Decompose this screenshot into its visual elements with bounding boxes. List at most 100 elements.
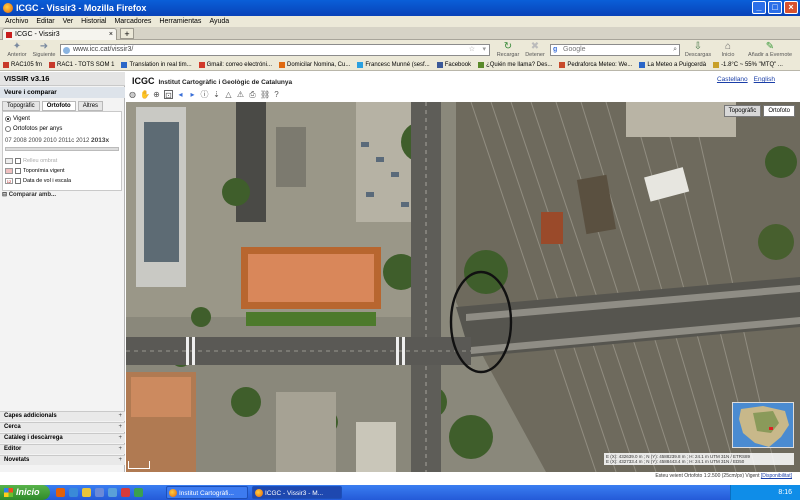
compare-with-toggle[interactable]: ⊟ Comparar amb... <box>2 190 122 200</box>
task-icgc-vissir3[interactable]: ICGC - Vissir3 - M... <box>252 486 342 499</box>
url-dropdown-icon[interactable]: ▾ <box>482 45 486 55</box>
quicklaunch-ie-icon[interactable] <box>69 488 78 497</box>
firefox-icon <box>169 489 177 497</box>
section-cerca[interactable]: Cerca + <box>0 422 125 432</box>
section-capes-addicionals[interactable]: Capes addicionals + <box>0 411 125 421</box>
web-page: VISSIR v3.16 Veure i comparar Topogràfic… <box>0 72 800 472</box>
evernote-button[interactable]: ✎ Añadir a Evernote <box>742 41 798 58</box>
bookmark-item[interactable]: Francesc Munné (sesf... <box>357 60 430 70</box>
year-slider[interactable] <box>5 147 119 151</box>
evernote-icon: ✎ <box>765 41 775 52</box>
bookmark-favicon-icon <box>713 62 720 68</box>
section-veure-comparar[interactable]: Veure i comparar <box>0 87 125 98</box>
year-list[interactable]: 07 2008 2009 2010 2011c 2012 2013x <box>5 137 109 144</box>
task-institut-cartografic[interactable]: Institut Cartogràfi... <box>166 486 248 499</box>
map-status-text: Esteu veient Ortofoto 1:2.500 (25cm/px) … <box>655 473 760 479</box>
tab-close-icon[interactable]: × <box>109 29 113 40</box>
tab-icgc-vissir3[interactable]: ICGC - Vissir3 × <box>2 28 117 40</box>
zoom-in-icon[interactable]: ⊕ <box>152 90 161 99</box>
menu-ver[interactable]: Ver <box>63 16 74 27</box>
url-bar[interactable]: www.icc.cat/vissir3/ ☆ ▾ <box>60 44 490 56</box>
previous-view-icon[interactable]: ◂ <box>176 90 185 99</box>
icgc-logo[interactable]: ICGC Institut Cartogràfic i Geològic de … <box>132 76 292 86</box>
menu-herramientas[interactable]: Herramientas <box>159 16 201 27</box>
quicklaunch-media-icon[interactable] <box>95 488 104 497</box>
forward-button[interactable]: ➜ Siguiente <box>30 41 58 58</box>
warning-icon[interactable]: ⚠ <box>236 90 245 99</box>
info-icon[interactable]: ⓘ <box>200 90 209 99</box>
bookmark-item[interactable]: Pedraforca Meteo: We... <box>559 60 632 70</box>
clock[interactable]: 8:16 <box>778 489 792 496</box>
bookmark-item[interactable]: ¿Quién me llama? Des... <box>478 60 552 70</box>
bookmark-item[interactable]: RAC105 fm <box>3 60 42 70</box>
checkbox[interactable] <box>15 178 21 184</box>
quicklaunch-folder-icon[interactable] <box>82 488 91 497</box>
bookmark-item[interactable]: RAC1 - TOTS SOM 1 <box>49 60 114 70</box>
bookmark-favicon-icon <box>49 62 56 68</box>
search-input[interactable]: g Google ⌕ <box>550 44 680 56</box>
home-button[interactable]: ⌂ Inicio <box>716 41 740 58</box>
bookmark-item[interactable]: Gmail: correo electróni... <box>198 60 272 70</box>
quicklaunch-desktop-icon[interactable] <box>108 488 117 497</box>
measure-icon[interactable]: △ <box>224 90 233 99</box>
year-selected: 2013x <box>90 137 110 144</box>
tab-topografic[interactable]: Topogràfic <box>2 101 40 111</box>
layer-toponimia-vigent[interactable]: Toponímia vigent <box>5 168 65 174</box>
map-tab-ortofoto[interactable]: Ortofoto <box>763 105 795 117</box>
section-editor[interactable]: Editor + <box>0 444 125 454</box>
ortofoto-panel: Vigent Ortofotos per anys 07 2008 2009 2… <box>2 111 122 191</box>
next-view-icon[interactable]: ▸ <box>188 90 197 99</box>
close-button[interactable]: × <box>784 1 798 14</box>
section-novetats[interactable]: Novetats + <box>0 455 125 465</box>
radio-vigent[interactable]: Vigent <box>5 116 30 122</box>
start-button[interactable]: Inicio <box>0 485 50 500</box>
bookmark-item[interactable]: -1.8°C ~ 55% "MTQ" ... <box>713 60 783 70</box>
section-cataleg[interactable]: Catàleg i descàrrega + <box>0 433 125 443</box>
orthophoto-map[interactable]: Topogràfic Ortofoto E (X): 432639.0 m ; … <box>126 102 800 472</box>
bookmark-star-icon[interactable]: ☆ <box>469 45 475 55</box>
search-magnifier-icon[interactable]: ⌕ <box>673 45 677 55</box>
back-button[interactable]: ✦ Anterior <box>4 41 30 58</box>
help-icon[interactable]: ? <box>272 90 281 99</box>
quicklaunch-firefox-icon[interactable] <box>56 488 65 497</box>
map-tab-topografic[interactable]: Topogràfic <box>723 105 762 117</box>
quicklaunch-app-icon[interactable] <box>121 488 130 497</box>
expand-icon: + <box>118 413 122 419</box>
bookmark-favicon-icon <box>3 62 9 68</box>
layer-data-de-vol[interactable]: 12 Data de vol i escala <box>5 178 71 184</box>
menu-marcadores[interactable]: Marcadores <box>114 16 151 27</box>
stop-button[interactable]: ✖ Detener <box>522 41 548 58</box>
tab-ortofoto[interactable]: Ortofoto <box>41 101 76 111</box>
globe-icon[interactable]: ◍ <box>128 90 137 99</box>
download-icon[interactable]: ⇣ <box>212 90 221 99</box>
bookmark-item[interactable]: Facebook <box>436 60 471 70</box>
checkbox[interactable] <box>15 158 21 164</box>
menu-archivo[interactable]: Archivo <box>5 16 28 27</box>
layer-relleu-ombrat[interactable]: Relleu ombrat <box>5 158 57 164</box>
bookmark-item[interactable]: La Meteo a Puigcerdà <box>639 60 706 70</box>
radio-ortofotos-per-anys[interactable]: Ortofotos per anys <box>5 126 62 132</box>
scale-bar <box>128 461 150 469</box>
zoom-box-icon[interactable]: ⊡ <box>164 90 173 100</box>
checkbox[interactable] <box>15 168 21 174</box>
home-icon: ⌂ <box>724 41 732 52</box>
downloads-button[interactable]: ⇩ Descargas <box>682 41 714 58</box>
new-tab-button[interactable]: + <box>120 28 134 39</box>
overview-minimap[interactable] <box>732 402 794 448</box>
pan-hand-icon[interactable]: ✋ <box>140 90 150 99</box>
link-english[interactable]: English <box>754 76 775 83</box>
menu-historial[interactable]: Historial <box>81 16 106 27</box>
link-icon[interactable]: ⛓ <box>260 90 270 99</box>
reload-button[interactable]: ↻ Recargar <box>494 41 522 58</box>
maximize-button[interactable]: □ <box>768 1 782 14</box>
menu-ayuda[interactable]: Ayuda <box>209 16 229 27</box>
minimize-button[interactable]: _ <box>752 1 766 14</box>
menu-editar[interactable]: Editar <box>36 16 54 27</box>
availability-link[interactable]: [Disponibilitat] <box>761 473 792 479</box>
print-icon[interactable]: ⎙ <box>248 90 257 99</box>
bookmark-item[interactable]: Translation in real tim... <box>121 60 192 70</box>
bookmark-item[interactable]: Domicilar Nomina, Cu... <box>278 60 350 70</box>
quicklaunch-app2-icon[interactable] <box>134 488 143 497</box>
link-castellano[interactable]: Castellano <box>717 76 748 83</box>
tab-altres[interactable]: Altres <box>77 101 104 111</box>
